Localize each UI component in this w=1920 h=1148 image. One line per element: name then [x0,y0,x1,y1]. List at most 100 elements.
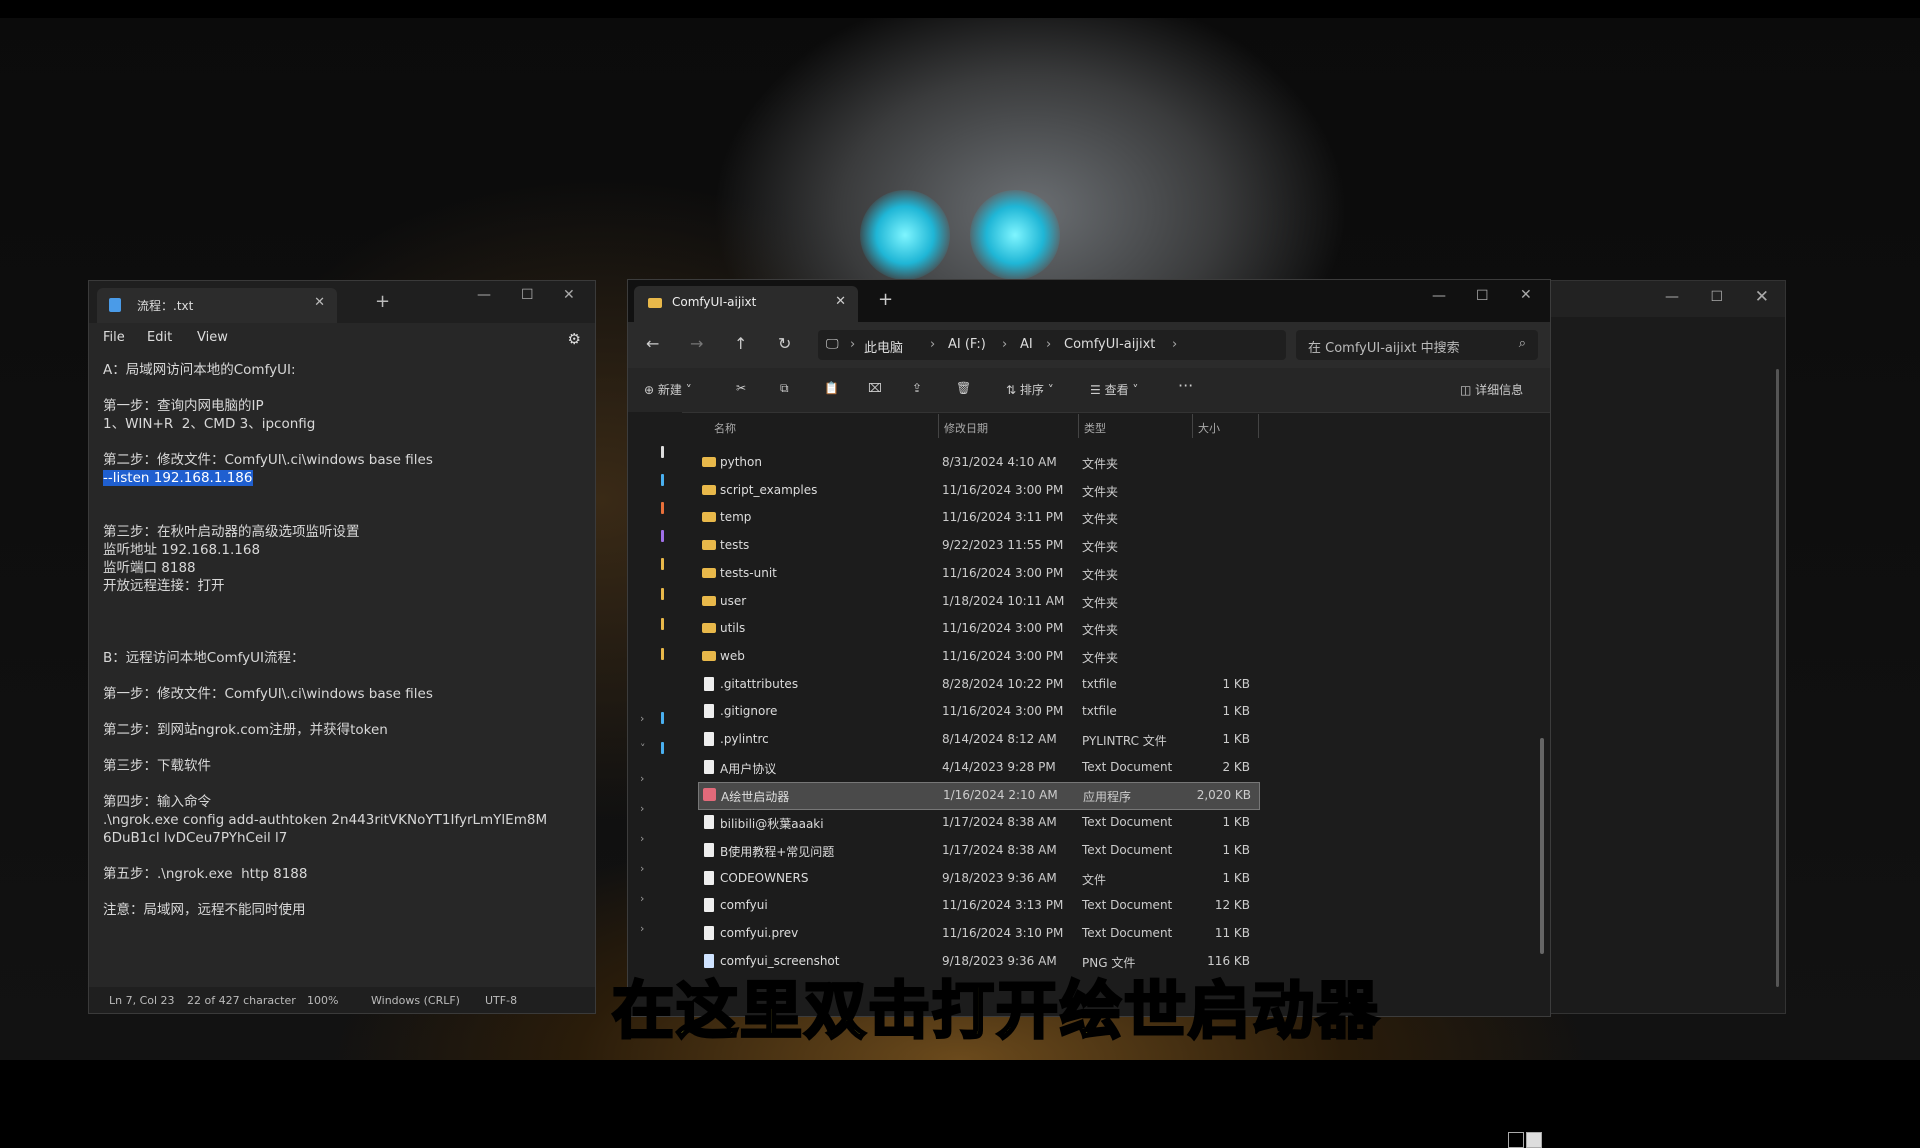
navigation-pane[interactable]: › ˅ › › › › › › [628,412,682,1016]
file-row[interactable]: script_examples 11/16/2024 3:00 PM 文件夹 [698,478,1258,504]
sort-button[interactable]: ⇅ 排序 ˅ [1006,381,1054,398]
file-explorer-window[interactable]: ComfyUI-aijixt ✕ + — ☐ ✕ ← → ↑ ↻ 🖵 › 此电脑… [627,279,1551,1148]
menu-edit[interactable]: Edit [147,330,172,345]
file-row[interactable]: utils 11/16/2024 3:00 PM 文件夹 [698,616,1258,642]
gear-icon[interactable]: ⚙ [568,330,581,348]
chevron-right-icon[interactable]: › [640,832,644,845]
column-header-date[interactable]: 修改日期 [944,420,988,436]
paste-icon[interactable]: 📋 [824,381,839,395]
address-bar[interactable]: 🖵 › 此电脑 › AI (F:) › AI › ComfyUI-aijixt … [818,330,1286,360]
nav-pin-icon[interactable] [661,742,664,754]
more-options-icon[interactable]: ··· [1178,376,1193,395]
nav-pin-icon[interactable] [661,502,664,514]
nav-pin-icon[interactable] [661,712,664,724]
rename-icon[interactable]: ⌧ [868,381,882,395]
copy-icon[interactable]: ⧉ [780,381,789,396]
file-row[interactable]: A用户协议 4/14/2023 9:28 PM Text Document 2 KB [698,755,1258,781]
file-date: 11/16/2024 3:00 PM [942,482,1064,497]
nav-pin-icon[interactable] [661,474,664,486]
notepad-tab[interactable]: 流程：.txt ✕ [97,288,337,323]
details-view-icon[interactable] [1508,1132,1524,1148]
file-date: 11/16/2024 3:13 PM [942,898,1064,913]
file-row[interactable]: comfyui 11/16/2024 3:13 PM Text Document 12… [698,893,1258,919]
chevron-right-icon[interactable]: › [640,772,644,785]
chevron-right-icon[interactable]: › [640,862,644,875]
column-separator[interactable] [1078,414,1079,438]
scrollbar[interactable] [1540,738,1544,954]
scrollbar[interactable] [1776,369,1779,987]
menu-view[interactable]: View [197,330,228,345]
nav-pin-icon[interactable] [661,618,664,630]
nav-pin-icon[interactable] [661,648,664,660]
file-list[interactable]: 名称 修改日期 类型 大小 python 8/31/2024 4:10 AM 文件夹… [698,412,1544,1016]
close-tab-icon[interactable]: ✕ [835,294,846,309]
cut-icon[interactable]: ✂ [736,381,746,395]
new-tab-icon[interactable]: + [375,291,390,312]
file-row[interactable]: tests 9/22/2023 11:55 PM 文件夹 [698,533,1258,559]
search-box[interactable]: 在 ComfyUI-aijixt 中搜索 ⌕ [1296,330,1538,360]
file-row[interactable]: temp 11/16/2024 3:11 PM 文件夹 [698,505,1258,531]
notepad-window[interactable]: 流程：.txt ✕ + — ☐ ✕ File Edit View ⚙ A：局域网… [88,280,596,1014]
menu-file[interactable]: File [103,330,125,345]
minimize-icon[interactable]: — [1665,289,1679,305]
close-tab-icon[interactable]: ✕ [314,295,325,310]
file-row[interactable]: web 11/16/2024 3:00 PM 文件夹 [698,644,1258,670]
file-row[interactable]: tests-unit 11/16/2024 3:00 PM 文件夹 [698,561,1258,587]
file-row[interactable]: bilibili@秋葉aaaki 1/17/2024 8:38 AM Text Do… [698,810,1258,836]
column-separator[interactable] [1192,414,1193,438]
nav-pin-icon[interactable] [661,530,664,542]
column-separator[interactable] [938,414,939,438]
notepad-text-area[interactable]: A：局域网访问本地的ComfyUI: 第一步：查询内网电脑的IP 1、WIN+R 2… [103,361,583,919]
file-row[interactable]: .gitignore 11/16/2024 3:00 PM txtfile 1 KB [698,699,1258,725]
file-row[interactable]: CODEOWNERS 9/18/2023 9:36 AM 文件 1 KB [698,866,1258,892]
breadcrumb-comfyui[interactable]: ComfyUI-aijixt [1064,337,1155,352]
nav-pin-icon[interactable] [661,558,664,570]
file-date: 1/16/2024 2:10 AM [943,788,1058,803]
close-icon[interactable]: ✕ [1520,287,1532,303]
maximize-icon[interactable]: ☐ [1710,289,1723,305]
breadcrumb-ai[interactable]: AI [1020,337,1033,352]
maximize-icon[interactable]: ☐ [1476,288,1489,304]
status-position: Ln 7, Col 23 [109,994,175,1007]
file-row[interactable]: .pylintrc 8/14/2024 8:12 AM PYLINTRC 文件 1 K… [698,727,1258,753]
explorer-tab[interactable]: ComfyUI-aijixt ✕ [634,286,858,322]
file-size: 2,020 KB [1196,788,1251,803]
breadcrumb-this-pc[interactable]: 此电脑 [864,337,903,356]
selected-text[interactable]: --listen 192.168.1.186 [103,470,253,486]
column-header-name[interactable]: 名称 [714,420,736,436]
column-header-size[interactable]: 大小 [1198,420,1220,436]
file-row[interactable]: comfyui.prev 11/16/2024 3:10 PM Text Docum… [698,921,1258,947]
column-separator[interactable] [1258,414,1259,438]
delete-icon[interactable]: 🗑 [956,381,971,395]
close-icon[interactable]: ✕ [563,287,575,303]
file-row[interactable]: B使用教程+常见问题 1/17/2024 8:38 AM Text Document… [698,838,1258,864]
view-button[interactable]: ☰ 查看 ˅ [1090,381,1138,398]
chevron-down-icon[interactable]: ˅ [640,742,646,755]
chevron-right-icon[interactable]: › [640,922,644,935]
forward-arrow-icon[interactable]: → [690,334,703,353]
nav-pin-icon[interactable] [661,588,664,600]
chevron-right-icon[interactable]: › [640,802,644,815]
chevron-right-icon[interactable]: › [640,892,644,905]
refresh-icon[interactable]: ↻ [778,334,791,353]
close-icon[interactable]: ✕ [1755,287,1769,307]
file-row[interactable]: python 8/31/2024 4:10 AM 文件夹 [698,450,1258,476]
share-icon[interactable]: ⇪ [912,381,922,395]
file-row[interactable]: A绘世启动器 1/16/2024 2:10 AM 应用程序 2,020 KB [698,782,1260,811]
maximize-icon[interactable]: ☐ [521,287,534,303]
file-row[interactable]: .gitattributes 8/28/2024 10:22 PM txtfile 1… [698,672,1258,698]
chevron-right-icon[interactable]: › [640,712,644,725]
minimize-icon[interactable]: — [1432,288,1446,304]
file-name: tests-unit [720,565,777,580]
back-arrow-icon[interactable]: ← [646,334,659,353]
nav-pin-icon[interactable] [661,446,664,458]
minimize-icon[interactable]: — [477,287,491,303]
breadcrumb-drive[interactable]: AI (F:) [948,337,986,352]
up-arrow-icon[interactable]: ↑ [734,334,747,353]
column-header-type[interactable]: 类型 [1084,420,1106,436]
new-tab-icon[interactable]: + [878,289,893,310]
details-button[interactable]: ◫ 详细信息 [1460,381,1523,398]
tiles-view-icon[interactable] [1526,1132,1542,1148]
file-row[interactable]: user 1/18/2024 10:11 AM 文件夹 [698,589,1258,615]
new-button[interactable]: ⊕ 新建 ˅ [644,381,692,398]
